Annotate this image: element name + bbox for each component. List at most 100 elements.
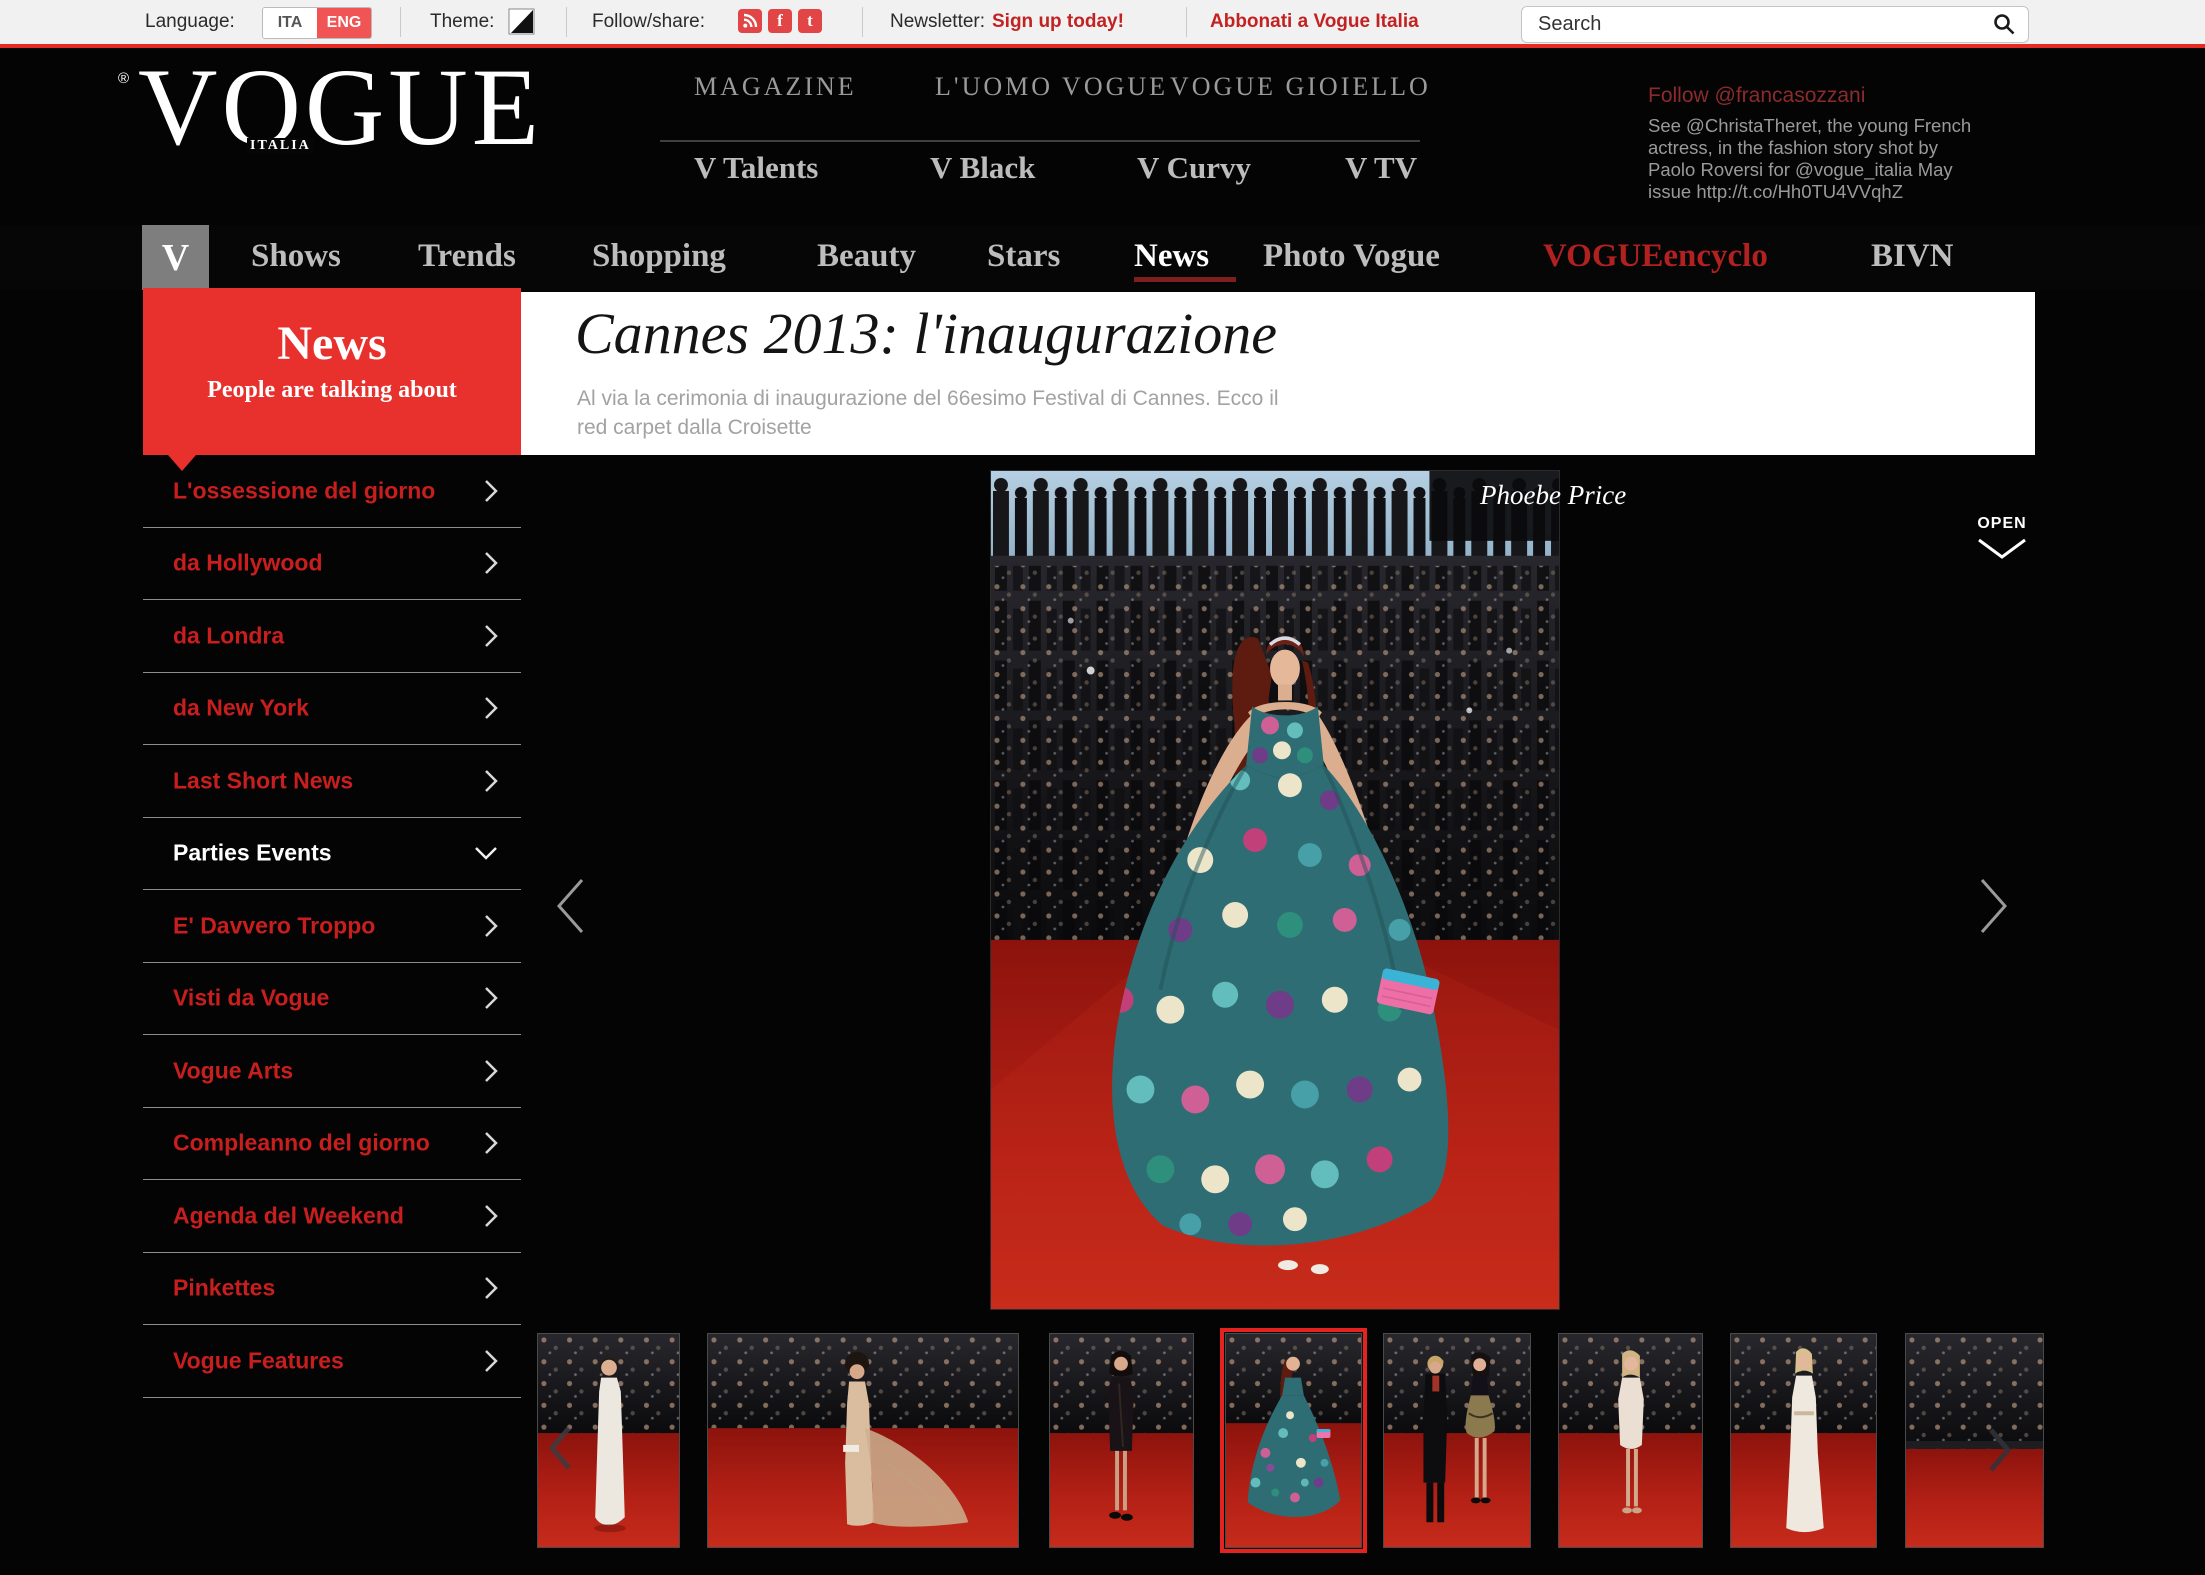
sidebar-item-vogue-features[interactable]: Vogue Features [143,1325,521,1398]
follow-share-label: Follow/share: [592,11,705,33]
header-link-v-tv[interactable]: V TV [1345,150,1417,186]
nav-item-trends[interactable]: Trends [418,225,516,290]
twitter-icon[interactable]: t [798,9,822,33]
sidebar-item-da-new-york[interactable]: da New York [143,673,521,746]
sidebar-item-compleanno[interactable]: Compleanno del giorno [143,1108,521,1181]
header-link-magazine[interactable]: MAGAZINE [694,72,857,102]
thumbnail-cream-short-dress[interactable] [1558,1333,1703,1548]
sidebar-item-label: Vogue Arts [173,1057,293,1084]
sidebar-item-label: L'ossessione del giorno [173,477,435,504]
newsletter-signup-link[interactable]: Sign up today! [992,11,1124,33]
tweet-text-line: issue http://t.co/Hh0TU4VVqhZ [1648,181,1903,203]
chevron-right-icon [483,768,499,794]
news-sidebar: L'ossessione del giorno da Hollywood da … [143,455,521,1398]
chevron-down-icon [1976,537,2028,561]
header-link-luomo-vogue[interactable]: L'UOMO VOGUE [935,72,1168,102]
sidebar-item-pinkettes[interactable]: Pinkettes [143,1253,521,1326]
thumbnail-prev-arrow[interactable] [546,1424,574,1477]
sidebar-item-parties-events[interactable]: Parties Events [143,818,521,891]
thumbnail-long-white-gown[interactable] [1730,1333,1877,1548]
tweet-text-line: See @ChristaTheret, the young French [1648,115,1971,137]
sidebar-item-label: Last Short News [173,767,353,794]
sidebar-item-label: da Hollywood [173,550,323,577]
header-divider [660,140,1420,142]
vogue-logo[interactable]: VOGUE [138,52,543,162]
top-bar: Language: ITA ENG Theme: Follow/share: f… [0,0,2205,44]
sidebar-item-label: Pinkettes [173,1275,275,1302]
open-button[interactable]: OPEN [1968,515,2036,566]
sidebar-item-da-londra[interactable]: da Londra [143,600,521,673]
chevron-right-icon [483,1275,499,1301]
sidebar-item-agenda-weekend[interactable]: Agenda del Weekend [143,1180,521,1253]
article-header: Cannes 2013: l'inaugurazione Al via la c… [521,292,2035,455]
sidebar-item-label: da New York [173,695,309,722]
thumbnail-crowd-carpet[interactable] [1905,1333,2044,1548]
nav-item-beauty[interactable]: Beauty [817,225,916,290]
sidebar-item-label: Visti da Vogue [173,985,329,1012]
chevron-right-icon [483,623,499,649]
header-link-v-talents[interactable]: V Talents [694,150,818,186]
thumbnail-phoebe-price-selected[interactable] [1225,1333,1362,1548]
subscribe-link[interactable]: Abbonati a Vogue Italia [1210,11,1419,33]
thumbnail-image [1731,1334,1876,1547]
chevron-right-icon [483,1130,499,1156]
header-link-vogue-gioiello[interactable]: VOGUE GIOIELLO [1170,72,1431,102]
sidebar-item-label: da Londra [173,622,284,649]
gallery-next-arrow[interactable] [1976,876,2012,941]
nav-home-v[interactable]: V [142,225,209,290]
theme-toggle-icon[interactable] [508,8,535,35]
sidebar-item-vogue-arts[interactable]: Vogue Arts [143,1035,521,1108]
nav-item-vogueencyclo[interactable]: VOGUEencyclo [1543,225,1768,290]
twitter-follow-link[interactable]: Follow @francasozzani [1648,84,1865,108]
sidebar-item-davvero-troppo[interactable]: E' Davvero Troppo [143,890,521,963]
chevron-right-icon [483,1203,499,1229]
vogue-logo-italia: ITALIA [247,138,314,154]
chevron-right-icon [483,550,499,576]
thumbnail-image [1384,1334,1530,1547]
nav-item-shopping[interactable]: Shopping [592,225,726,290]
search-icon[interactable] [1993,13,2016,36]
nav-item-bivn[interactable]: BIVN [1871,225,1954,290]
search-input[interactable] [1522,7,2028,42]
language-toggle: ITA ENG [262,7,372,39]
gallery-main-photo[interactable] [990,470,1560,1310]
chevron-right-icon [483,913,499,939]
language-ita-button[interactable]: ITA [263,8,317,38]
news-section-header: News People are talking about [143,288,521,455]
search-box [1521,6,2029,43]
thumbnail-dark-cocktail-dress[interactable] [1049,1333,1194,1548]
tweet-text-line: Paolo Roversi for @vogue_italia May [1648,159,1953,181]
main-nav: V Shows Trends Shopping Beauty Stars New… [0,225,2205,290]
article-subtitle-line: red carpet dalla Croisette [577,416,812,440]
nav-item-shows[interactable]: Shows [251,225,341,290]
nav-item-stars[interactable]: Stars [987,225,1060,290]
header-link-v-black[interactable]: V Black [930,150,1035,186]
language-eng-button[interactable]: ENG [317,8,371,38]
sidebar-item-last-short-news[interactable]: Last Short News [143,745,521,818]
nav-active-underline [1134,277,1236,282]
section-subtitle: People are talking about [143,377,521,404]
thumbnail-couple[interactable] [1383,1333,1531,1548]
chevron-right-icon [483,1348,499,1374]
divider [862,7,863,37]
header-link-v-curvy[interactable]: V Curvy [1137,150,1251,186]
facebook-icon[interactable]: f [768,9,792,33]
rss-icon[interactable] [738,9,762,33]
chevron-right-icon [483,478,499,504]
open-label: OPEN [1968,515,2036,533]
language-label: Language: [145,11,235,33]
trademark-symbol: ® [118,70,129,87]
sidebar-item-visti-da-vogue[interactable]: Visti da Vogue [143,963,521,1036]
sidebar-item-da-hollywood[interactable]: da Hollywood [143,528,521,601]
thumbnail-image [1906,1334,2043,1547]
chevron-right-icon [483,985,499,1011]
chevron-right-icon [483,1058,499,1084]
gallery-prev-arrow[interactable] [552,876,588,941]
thumbnail-nude-gown-train[interactable] [707,1333,1019,1548]
sidebar-item-label: Agenda del Weekend [173,1202,404,1229]
thumbnail-next-arrow[interactable] [1986,1426,2014,1479]
sidebar-item-label: Vogue Features [173,1347,344,1374]
vogue-italia-page: Language: ITA ENG Theme: Follow/share: f… [0,0,2205,1575]
nav-item-photo-vogue[interactable]: Photo Vogue [1263,225,1440,290]
sidebar-item-ossessione[interactable]: L'ossessione del giorno [143,455,521,528]
